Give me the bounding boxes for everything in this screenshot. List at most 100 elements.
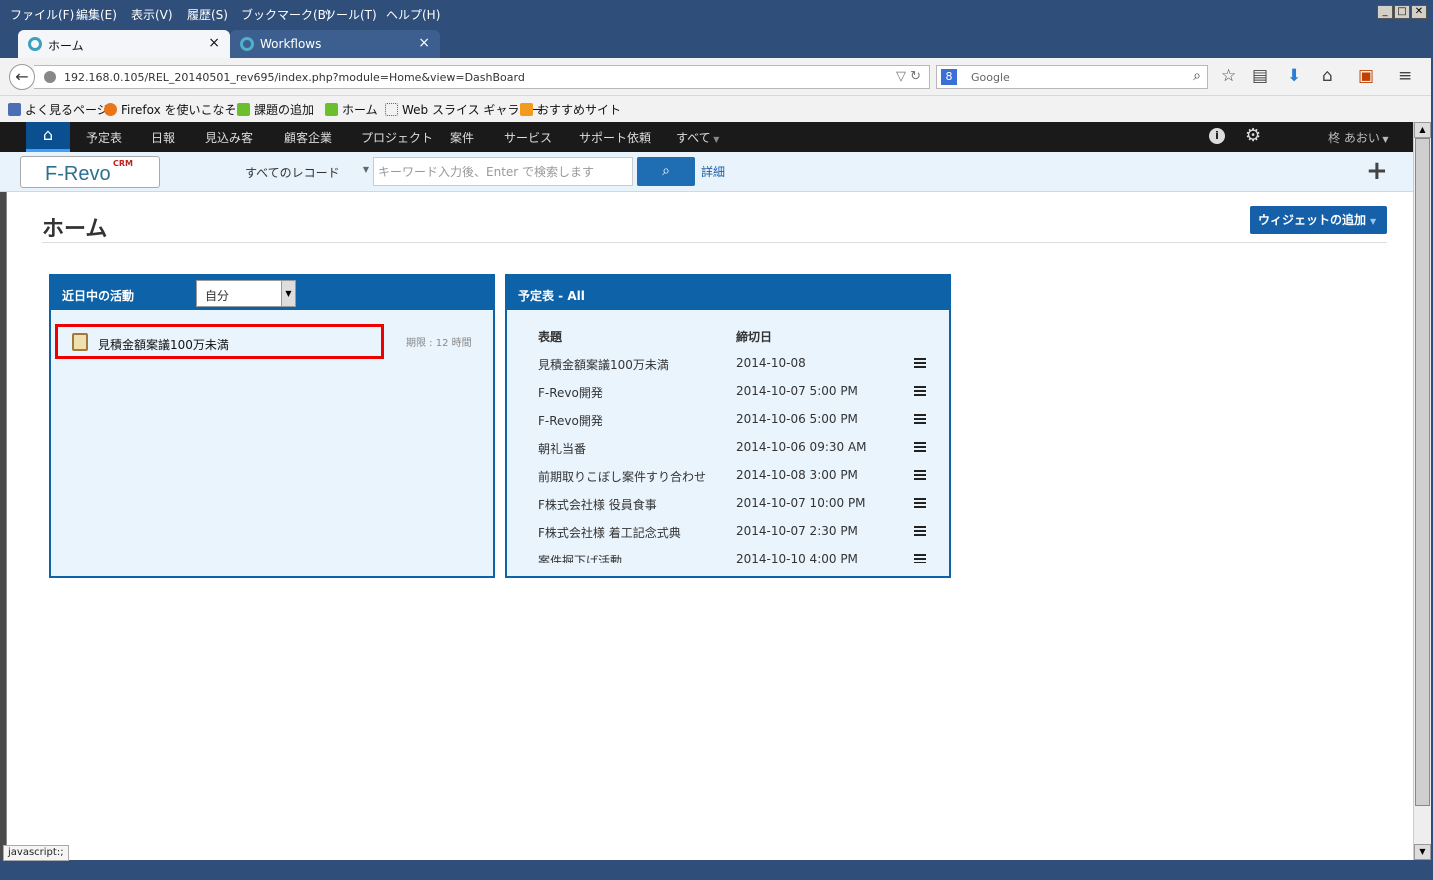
home-nav-button[interactable]: ⌂ [26,122,70,152]
chevron-down-icon: ▼ [362,165,369,174]
nav-item[interactable]: 予定表 [86,129,122,146]
nav-item[interactable]: 顧客企業 [284,129,332,146]
tab-home[interactable]: ホーム × [18,30,230,58]
gear-icon[interactable]: ⚙ [1245,125,1261,146]
user-menu[interactable]: 柊 あおい ▼ [1328,129,1389,146]
menu-history[interactable]: 履歴(S) [187,6,228,23]
list-details-icon[interactable] [914,498,926,508]
search-box[interactable]: 8 Google ⌕ [936,65,1208,89]
menu-help[interactable]: ヘルプ(H) [386,6,440,23]
browser-navbar: 192.168.0.105/REL_20140501_rev695/index.… [0,58,1433,96]
add-widget-button[interactable]: ウィジェットの追加 ▼ [1250,206,1387,234]
close-tab-icon[interactable]: × [418,35,430,51]
tab-workflows[interactable]: Workflows × [230,30,440,58]
window-menubar: ファイル(F) 編集(E) 表示(V) 履歴(S) ブックマーク(B) ツール(… [0,0,1433,28]
list-details-icon[interactable] [914,554,926,563]
nav-item-all[interactable]: すべて ▼ [676,129,719,146]
tab-label: ホーム [48,39,84,53]
logo[interactable]: F-Revo CRM [20,156,160,188]
bookmark-item[interactable]: おすすめサイト [520,101,621,118]
search-button[interactable]: ⌕ [637,157,695,186]
web-slice-icon [385,103,398,116]
close-tab-icon[interactable]: × [208,35,220,51]
close-window-button[interactable]: ✕ [1411,5,1427,19]
nav-item[interactable]: サポート依頼 [579,129,651,146]
bookmark-item[interactable]: Firefox を使いこなそう [104,101,249,118]
app-header: F-Revo CRM すべてのレコード ▼ ⌕ 詳細 + [0,152,1413,192]
table-row: F-Revo開発 2014-10-07 5:00 PM [507,384,947,412]
list-details-icon[interactable] [914,526,926,536]
info-icon[interactable]: i [1209,128,1225,144]
nav-item[interactable]: 日報 [151,129,175,146]
download-icon[interactable]: ⬇ [1287,66,1301,86]
list-details-icon[interactable] [914,386,926,396]
window-bottom-border [0,860,1433,880]
table-row: 見積金額案議100万未満 2014-10-08 [507,356,947,384]
nav-item[interactable]: プロジェクト [361,129,433,146]
chevron-down-icon: ▼ [1370,217,1377,226]
bookmarks-bar: よく見るページ Firefox を使いこなそう 課題の追加 ホーム Web スラ… [0,96,1433,122]
scroll-thumb[interactable] [1415,138,1430,806]
reload-icon[interactable]: ▽ ↻ [896,69,921,84]
menu-view[interactable]: 表示(V) [131,6,173,23]
list-details-icon[interactable] [914,358,926,368]
chevron-down-icon: ▼ [281,281,295,306]
nav-item[interactable]: サービス [504,129,552,146]
home-icon[interactable]: ⌂ [1322,66,1333,86]
advanced-search-link[interactable]: 詳細 [701,163,725,180]
firefox-icon [104,103,117,116]
tab-strip: ホーム × Workflows × + [0,28,1433,82]
widget-header: 近日中の活動 自分 ▼ [51,276,493,310]
menu-bookmarks[interactable]: ブックマーク(B) [241,6,331,23]
app-favicon-icon [28,37,42,51]
column-header-due: 締切日 [736,330,773,344]
reading-list-icon[interactable]: ▤ [1252,66,1268,86]
scroll-down-icon[interactable]: ▼ [1414,844,1431,860]
star-icon[interactable]: ☆ [1221,66,1236,86]
addon-icon[interactable]: ▣ [1358,66,1374,86]
maximize-button[interactable]: □ [1394,5,1410,19]
page-scrollbar[interactable]: ▲ ▼ [1413,122,1431,860]
back-button[interactable]: ← [9,64,35,90]
activity-due: 期限 : 12 時間 [406,338,472,349]
bookmark-item[interactable]: 課題の追加 [237,101,314,118]
list-details-icon[interactable] [914,414,926,424]
quick-create-button[interactable]: + [1366,156,1388,186]
app-nav: ⌂ 予定表 日報 見込み客 顧客企業 プロジェクト 案件 サービス サポート依頼… [0,122,1413,152]
search-icon[interactable]: ⌕ [1193,68,1201,84]
column-header-subject: 表題 [538,330,563,344]
nav-item[interactable]: 見込み客 [205,129,253,146]
menu-edit[interactable]: 編集(E) [76,6,117,23]
event-list: 見積金額案議100万未満 2014-10-08 F-Revo開発 2014-10-0… [507,348,949,563]
google-icon[interactable]: 8 [941,69,957,85]
recommended-icon [520,103,533,116]
activity-item[interactable]: 見積金額案議100万未満 [55,324,384,359]
table-row: F株式会社様 着工記念式典 2014-10-07 2:30 PM [507,524,947,552]
menu-tools[interactable]: ツール(T) [324,6,377,23]
menu-icon[interactable]: ≡ [1398,66,1412,86]
nav-item[interactable]: 案件 [450,129,474,146]
status-text: javascript:; [3,845,69,861]
list-details-icon[interactable] [914,470,926,480]
list-details-icon[interactable] [914,442,926,452]
table-row: F-Revo開発 2014-10-06 5:00 PM [507,412,947,440]
widget-title: 近日中の活動 [62,289,135,303]
table-row: 案件掘下げ活動 2014-10-10 4:00 PM [507,552,947,563]
owner-select[interactable]: 自分 ▼ [196,280,296,307]
scroll-up-icon[interactable]: ▲ [1414,122,1431,138]
bookmark-folder-icon [8,103,21,116]
bookmark-item[interactable]: ホーム [325,101,378,118]
record-type-select[interactable]: すべてのレコード ▼ [225,157,373,186]
task-clipboard-icon [72,333,88,351]
globe-icon [44,71,56,83]
activity-title[interactable]: 見積金額案議100万未満 [98,336,229,353]
menu-file[interactable]: ファイル(F) [10,6,74,23]
address-bar[interactable]: 192.168.0.105/REL_20140501_rev695/index.… [34,65,930,89]
page-title: ホーム [42,217,108,242]
minimize-button[interactable]: _ [1377,5,1393,19]
bookmark-green-icon [237,103,250,116]
bookmark-item[interactable]: よく見るページ [8,101,109,118]
keyword-search-input[interactable] [373,157,633,186]
logo-badge: CRM [113,159,133,168]
tab-label: Workflows [260,37,322,51]
